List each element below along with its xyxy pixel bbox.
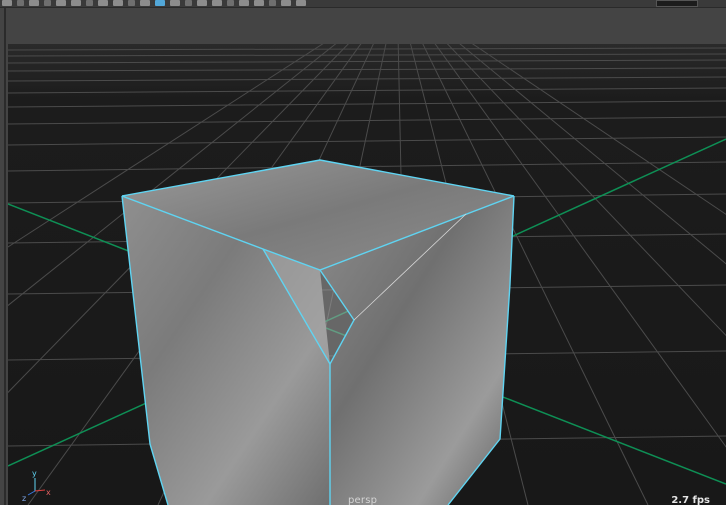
snap-icon[interactable]	[44, 0, 51, 6]
light-icon[interactable]	[113, 0, 123, 6]
camera-icon[interactable]	[71, 0, 81, 6]
left-rail	[4, 8, 6, 505]
shaded-icon[interactable]	[98, 0, 108, 6]
panel-toolbar	[0, 0, 726, 8]
gate-icon[interactable]	[197, 0, 207, 6]
viewport-canvas[interactable]: y z x	[8, 44, 726, 505]
perspective-viewport[interactable]: y z x persp 2.7 fps	[8, 44, 726, 505]
camera-label: persp	[348, 495, 378, 505]
gizmo-y-label: y	[32, 469, 37, 478]
rotate-icon[interactable]	[29, 0, 39, 6]
viewport-left-border	[0, 8, 8, 505]
gizmo-z-label: z	[22, 494, 26, 503]
xray-icon[interactable]	[155, 0, 165, 6]
texture-icon[interactable]	[128, 0, 135, 6]
select-icon[interactable]	[2, 0, 12, 6]
film-icon[interactable]	[212, 0, 222, 6]
dof-icon[interactable]	[281, 0, 291, 6]
selected-cube[interactable]	[121, 159, 515, 505]
hud-icon[interactable]	[227, 0, 234, 6]
aa-icon[interactable]	[269, 0, 276, 6]
ao-icon[interactable]	[254, 0, 264, 6]
wireframe-icon[interactable]	[86, 0, 93, 6]
exposure-field[interactable]	[656, 0, 698, 7]
panel-header-strip	[0, 8, 726, 44]
shadow-icon[interactable]	[239, 0, 249, 6]
isolate-icon[interactable]	[140, 0, 150, 6]
exposure-icon[interactable]	[296, 0, 306, 6]
fps-readout: 2.7 fps	[671, 495, 710, 505]
render-icon[interactable]	[185, 0, 192, 6]
gizmo-x-label: x	[46, 488, 51, 497]
move-icon[interactable]	[17, 0, 24, 6]
grid-icon[interactable]	[56, 0, 66, 6]
resolution-icon[interactable]	[170, 0, 180, 6]
